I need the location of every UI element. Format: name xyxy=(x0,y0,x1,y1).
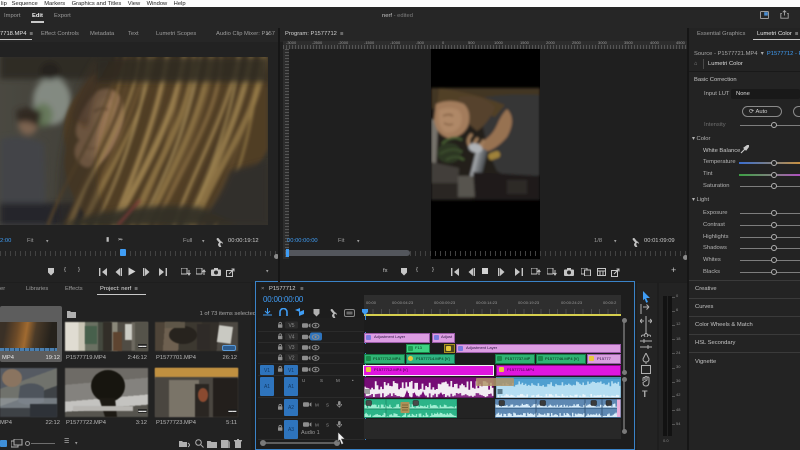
svg-text:S: S xyxy=(326,403,329,408)
svg-text:V3: V3 xyxy=(288,345,294,351)
svg-text:•: • xyxy=(352,378,354,383)
svg-text:S: S xyxy=(320,378,323,383)
svg-text:A1: A1 xyxy=(264,384,270,390)
svg-text:U: U xyxy=(302,378,305,383)
svg-text:V2: V2 xyxy=(288,356,294,362)
svg-text:S: S xyxy=(326,423,329,428)
svg-text:V4: V4 xyxy=(288,335,294,341)
svg-text:Audio 1: Audio 1 xyxy=(301,430,320,436)
svg-text:A1: A1 xyxy=(288,384,294,390)
svg-text:V1: V1 xyxy=(264,368,270,374)
svg-text:V1: V1 xyxy=(288,368,294,374)
svg-text:M: M xyxy=(336,378,340,383)
svg-text:A3: A3 xyxy=(288,427,294,433)
svg-text:V5: V5 xyxy=(288,323,294,329)
svg-text:M: M xyxy=(315,423,319,428)
svg-text:M: M xyxy=(315,403,319,408)
svg-text:A2: A2 xyxy=(288,405,294,411)
